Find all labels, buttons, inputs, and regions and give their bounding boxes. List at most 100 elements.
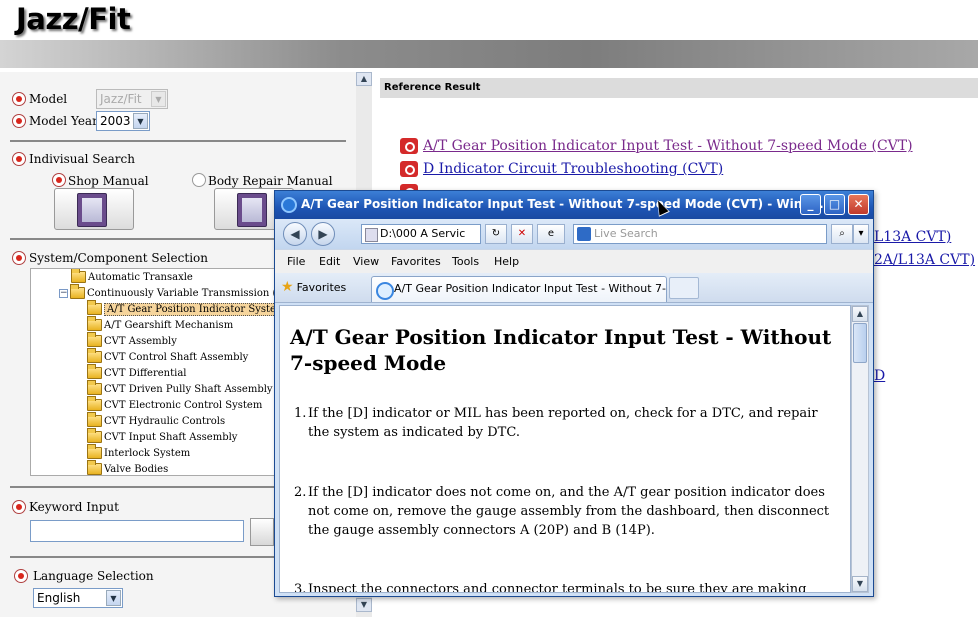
model-year-select[interactable]: 2003 ▼: [96, 111, 150, 131]
shop-manual-button[interactable]: [54, 188, 134, 230]
book-icon: [77, 193, 107, 227]
menu-view[interactable]: View: [353, 255, 379, 268]
tree-item[interactable]: CVT Input Shaft Assembly: [87, 428, 237, 445]
menu-file[interactable]: File: [287, 255, 305, 268]
folder-icon: [71, 269, 86, 283]
menu-favorites[interactable]: Favorites: [391, 255, 441, 268]
scroll-down-icon[interactable]: ▼: [852, 576, 868, 592]
tree-item[interactable]: CVT Control Shaft Assembly: [87, 348, 249, 365]
new-tab-button[interactable]: [669, 277, 699, 299]
tree-item-label: Valve Bodies: [104, 463, 169, 475]
model-year-value: 2003: [100, 114, 131, 128]
menu-tools[interactable]: Tools: [452, 255, 479, 268]
chevron-down-icon: ▼: [151, 91, 166, 107]
tree-item-selected[interactable]: A/T Gear Position Indicator System: [87, 300, 275, 317]
result-link[interactable]: A/T Gear Position Indicator Input Test -…: [400, 136, 913, 156]
step-number: 3.: [294, 582, 307, 593]
popup-browser-window[interactable]: A/T Gear Position Indicator Input Test -…: [274, 190, 874, 597]
tree-item-label: CVT Control Shaft Assembly: [104, 351, 249, 363]
language-select[interactable]: English ▼: [33, 588, 123, 608]
live-search-input[interactable]: Live Search: [573, 224, 827, 244]
minimize-button[interactable]: _: [800, 194, 821, 215]
result-link-label[interactable]: D Indicator Circuit Troubleshooting (CVT…: [423, 161, 723, 177]
menu-edit[interactable]: Edit: [319, 255, 340, 268]
individual-search-radio[interactable]: [12, 152, 26, 166]
system-selection-label: System/Component Selection: [29, 251, 208, 265]
address-bar[interactable]: D:\000 A Servic: [361, 224, 481, 244]
maximize-button[interactable]: □: [824, 194, 845, 215]
stop-button[interactable]: ✕: [511, 224, 533, 244]
tree-item[interactable]: − Continuously Variable Transmission (CVT…: [59, 284, 275, 301]
scroll-down-icon[interactable]: ▼: [356, 598, 372, 612]
menu-help[interactable]: Help: [494, 255, 519, 268]
result-link-partial[interactable]: 2A/L13A CVT): [874, 252, 975, 268]
header-stripe: [0, 40, 978, 68]
language-radio[interactable]: [14, 569, 28, 583]
refresh-button[interactable]: ↻: [485, 224, 507, 244]
scroll-thumb[interactable]: [853, 323, 867, 363]
result-link-partial[interactable]: D: [874, 368, 885, 384]
step-number: 2.: [294, 485, 307, 500]
step-item: 2. If the [D] indicator does not come on,…: [294, 483, 834, 540]
folder-icon: [87, 300, 102, 315]
tree-item[interactable]: Automatic Transaxle: [71, 269, 193, 285]
folder-icon: [87, 364, 102, 379]
header-banner: Jazz/Fit: [0, 0, 978, 70]
back-button[interactable]: ◀: [283, 222, 307, 246]
individual-search-label: Indivisual Search: [29, 152, 135, 166]
tree-item[interactable]: CVT Hydraulic Controls: [87, 412, 225, 429]
scroll-up-icon[interactable]: ▲: [356, 72, 372, 86]
model-year-radio[interactable]: [12, 114, 26, 128]
folder-icon: [87, 380, 102, 395]
step-number: 1.: [294, 406, 307, 421]
window-titlebar[interactable]: A/T Gear Position Indicator Input Test -…: [275, 191, 873, 219]
tree-item-label: Continuously Variable Transmission (CVT): [87, 287, 275, 299]
favorites-button[interactable]: ★ Favorites: [281, 279, 346, 295]
folder-icon: [87, 460, 102, 475]
ebay-icon[interactable]: e: [537, 224, 565, 244]
menu-bar: File Edit View Favorites Tools Help: [275, 249, 873, 273]
model-radio[interactable]: [12, 92, 26, 106]
gear-icon: [400, 161, 418, 177]
collapse-icon[interactable]: −: [59, 288, 68, 298]
chevron-down-icon[interactable]: ▾: [853, 224, 869, 244]
ie-icon: [281, 197, 297, 213]
tree-item[interactable]: Interlock System: [87, 444, 190, 461]
body-repair-radio[interactable]: [192, 173, 206, 187]
tree-item[interactable]: CVT Electronic Control System: [87, 396, 262, 413]
result-link-label[interactable]: A/T Gear Position Indicator Input Test -…: [423, 138, 913, 154]
tree-item[interactable]: Valve Bodies: [87, 460, 169, 475]
folder-icon: [87, 316, 102, 331]
shop-manual-radio[interactable]: [52, 173, 66, 187]
tab-active[interactable]: A/T Gear Position Indicator Input Test -…: [371, 276, 667, 302]
forward-button[interactable]: ▶: [311, 222, 335, 246]
result-link[interactable]: D Indicator Circuit Troubleshooting (CVT…: [400, 159, 723, 179]
keyword-search-button[interactable]: [250, 518, 274, 546]
keyword-input[interactable]: [30, 520, 244, 542]
tree-item[interactable]: CVT Driven Pully Shaft Assembly: [87, 380, 273, 397]
language-label: Language Selection: [33, 569, 154, 583]
component-tree[interactable]: Automatic Transaxle − Continuously Variab…: [30, 268, 276, 476]
tree-item[interactable]: A/T Gearshift Mechanism: [87, 316, 234, 333]
tree-item[interactable]: CVT Assembly: [87, 332, 177, 349]
content-scrollbar[interactable]: ▲ ▼: [851, 305, 869, 593]
body-repair-label: Body Repair Manual: [208, 174, 333, 188]
tree-item-label: A/T Gearshift Mechanism: [104, 319, 234, 331]
document-content: A/T Gear Position Indicator Input Test -…: [279, 305, 851, 593]
window-title: A/T Gear Position Indicator Input Test -…: [301, 197, 833, 211]
keyword-label: Keyword Input: [29, 500, 119, 514]
step-item: 1. If the [D] indicator or MIL has been r…: [294, 404, 834, 442]
scroll-up-icon[interactable]: ▲: [852, 306, 868, 322]
tree-item-label: CVT Assembly: [104, 335, 177, 347]
tree-item-label: CVT Differential: [104, 367, 187, 379]
close-button[interactable]: ✕: [848, 194, 869, 215]
search-icon[interactable]: ⌕: [831, 224, 853, 244]
system-selection-radio[interactable]: [12, 251, 26, 265]
document-title: A/T Gear Position Indicator Input Test -…: [290, 325, 832, 375]
keyword-radio[interactable]: [12, 500, 26, 514]
step-text: Inspect the connectors and connector ter…: [308, 582, 807, 593]
model-select: Jazz/Fit ▼: [96, 89, 168, 109]
tree-item[interactable]: CVT Differential: [87, 364, 187, 381]
tree-item-label: A/T Gear Position Indicator System: [104, 302, 275, 316]
result-link-partial[interactable]: L13A CVT): [874, 229, 951, 245]
